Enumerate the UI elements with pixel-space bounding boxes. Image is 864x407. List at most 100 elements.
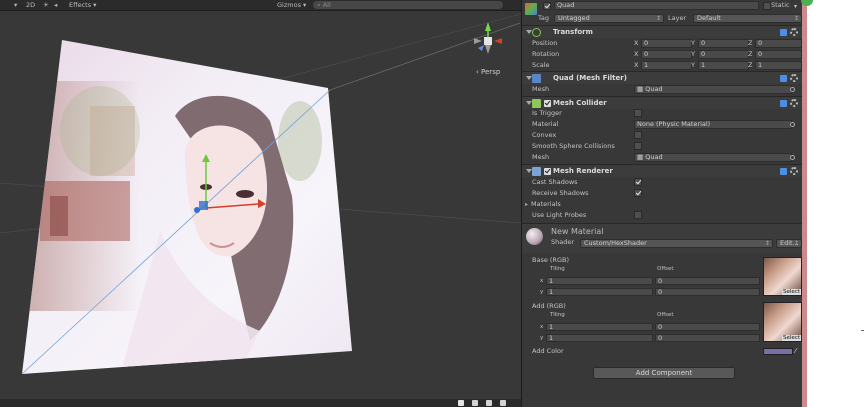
help-icon[interactable] <box>780 29 787 36</box>
materials-label: Materials <box>531 200 561 208</box>
base-y-row: y 1 0 <box>522 287 803 297</box>
scale-y-field[interactable]: 1 <box>698 61 749 70</box>
base-texture-thumbnail[interactable]: Select <box>763 257 802 296</box>
mesh-collider-enabled-checkbox[interactable] <box>544 100 551 107</box>
add-tiling-x-field[interactable]: 1 <box>546 323 653 331</box>
help-icon[interactable] <box>780 100 787 107</box>
base-tiling-label: Tiling <box>550 266 565 272</box>
physic-material-field[interactable]: None (Physic Material) <box>634 120 792 129</box>
position-z-field[interactable]: 0 <box>755 39 802 48</box>
scene-canvas[interactable]: ‹ Persp <box>0 11 521 399</box>
static-dropdown-icon[interactable]: ▾ <box>794 1 797 12</box>
gizmos-dropdown[interactable]: Gizmos ▾ <box>277 0 307 10</box>
add-offset-y-field[interactable]: 0 <box>655 334 760 342</box>
info-icon[interactable] <box>458 400 464 406</box>
add-texture-select-button[interactable]: Select <box>782 335 801 341</box>
base-x-row: x 1 0 <box>522 276 803 286</box>
gear-icon[interactable] <box>790 74 798 82</box>
rotation-y-field[interactable]: 0 <box>698 50 749 59</box>
gear-icon[interactable] <box>790 167 798 175</box>
help-icon[interactable] <box>780 168 787 175</box>
transform-position-row: Position X 0 Y 0 Z 0 <box>522 38 803 49</box>
smooth-collisions-row: Smooth Sphere Collisions <box>522 141 803 152</box>
materials-row[interactable]: ▸ Materials <box>522 199 803 210</box>
rotation-z-field[interactable]: 0 <box>755 50 802 59</box>
cast-shadows-label: Cast Shadows <box>532 178 578 186</box>
2d-toggle[interactable]: 2D <box>26 0 40 10</box>
object-picker-icon[interactable] <box>790 122 795 127</box>
convex-row: Convex <box>522 130 803 141</box>
add-texture-thumbnail[interactable]: Select <box>763 302 802 342</box>
shader-dropdown[interactable]: Custom/HexShader <box>580 239 773 248</box>
textured-quad[interactable] <box>20 40 352 376</box>
base-tiling-x-field[interactable]: 1 <box>546 277 653 285</box>
use-light-probes-checkbox[interactable] <box>634 211 642 219</box>
lighting-icon[interactable]: ☀ <box>43 0 52 10</box>
mesh-renderer-header[interactable]: Mesh Renderer <box>522 164 803 177</box>
scale-x-field[interactable]: 1 <box>641 61 692 70</box>
add-color-swatch[interactable] <box>763 348 793 355</box>
scene-search-input[interactable]: ⌕ All <box>313 1 503 9</box>
add-offset-x-field[interactable]: 0 <box>655 323 760 331</box>
collider-mesh-label: Mesh <box>532 153 550 161</box>
use-light-probes-row: Use Light Probes <box>522 210 803 221</box>
warning-icon[interactable] <box>472 400 478 406</box>
collider-mesh-field[interactable]: ▦ Quad <box>634 153 792 162</box>
mesh-collider-icon <box>532 99 541 108</box>
effects-label: Effects <box>69 1 92 9</box>
tag-layer-row: Tag Untagged Layer Default <box>522 13 803 24</box>
receive-shadows-checkbox[interactable] <box>634 189 642 197</box>
active-checkbox[interactable] <box>543 2 551 10</box>
cast-shadows-checkbox[interactable] <box>634 178 642 186</box>
base-tiling-y-field[interactable]: 1 <box>546 288 653 296</box>
object-name-field[interactable]: Quad <box>554 1 759 10</box>
base-offset-label: Offset <box>657 266 674 272</box>
add-color-label: Add Color <box>532 347 564 355</box>
gear-icon[interactable] <box>790 28 798 36</box>
is-trigger-row: Is Trigger <box>522 108 803 119</box>
scale-z-field[interactable]: 1 <box>755 61 802 70</box>
position-x-field[interactable]: 0 <box>641 39 692 48</box>
object-picker-icon[interactable] <box>790 155 795 160</box>
effects-dropdown[interactable]: Effects ▾ <box>69 0 109 10</box>
layer-dropdown[interactable]: Default <box>693 14 802 23</box>
is-trigger-checkbox[interactable] <box>634 109 642 117</box>
base-texture-select-button[interactable]: Select <box>782 289 801 295</box>
audio-icon[interactable]: ◂ <box>54 0 63 10</box>
mesh-field[interactable]: ▦ Quad <box>634 85 792 94</box>
gizmos-label: Gizmos <box>277 1 301 9</box>
tag-dropdown[interactable]: Untagged <box>554 14 664 23</box>
cast-shadows-row: Cast Shadows <box>522 177 803 188</box>
gear-icon[interactable] <box>790 99 798 107</box>
expand-triangle-icon[interactable]: ▸ <box>525 199 528 210</box>
mesh-label: Mesh <box>532 85 550 93</box>
shading-mode-dropdown[interactable]: ▾ <box>14 0 24 10</box>
add-color-row: Add Color ⁄ <box>522 346 803 357</box>
error-icon[interactable] <box>486 400 492 406</box>
static-checkbox[interactable] <box>763 2 771 10</box>
convex-label: Convex <box>532 131 557 139</box>
transform-header[interactable]: Transform <box>522 25 803 38</box>
eyedropper-icon[interactable]: ⁄ <box>795 346 796 357</box>
add-component-button[interactable]: Add Component <box>593 367 735 379</box>
mesh-renderer-enabled-checkbox[interactable] <box>544 168 551 175</box>
perspective-label[interactable]: ‹ Persp <box>476 68 501 76</box>
edit-shader-button[interactable]: Edit... <box>776 239 802 248</box>
base-offset-x-field[interactable]: 0 <box>655 277 760 285</box>
collapse-icon[interactable] <box>500 400 506 406</box>
mesh-value: Quad <box>645 85 663 93</box>
base-offset-y-field[interactable]: 0 <box>655 288 760 296</box>
layer-label: Layer <box>668 14 687 22</box>
position-y-field[interactable]: 0 <box>698 39 749 48</box>
status-bar <box>0 399 521 407</box>
mesh-filter-header[interactable]: Quad (Mesh Filter) <box>522 71 803 84</box>
smooth-collisions-checkbox[interactable] <box>634 142 642 150</box>
convex-checkbox[interactable] <box>634 131 642 139</box>
object-picker-icon[interactable] <box>790 87 795 92</box>
scene-view[interactable]: ▾ 2D ☀ ◂ Effects ▾ Gizmos ▾ ⌕ All ‹ Pers… <box>0 0 521 407</box>
help-icon[interactable] <box>780 75 787 82</box>
add-tiling-y-field[interactable]: 1 <box>546 334 653 342</box>
receive-shadows-label: Receive Shadows <box>532 189 589 197</box>
rotation-x-field[interactable]: 0 <box>641 50 692 59</box>
collider-material-row: Material None (Physic Material) <box>522 119 803 130</box>
